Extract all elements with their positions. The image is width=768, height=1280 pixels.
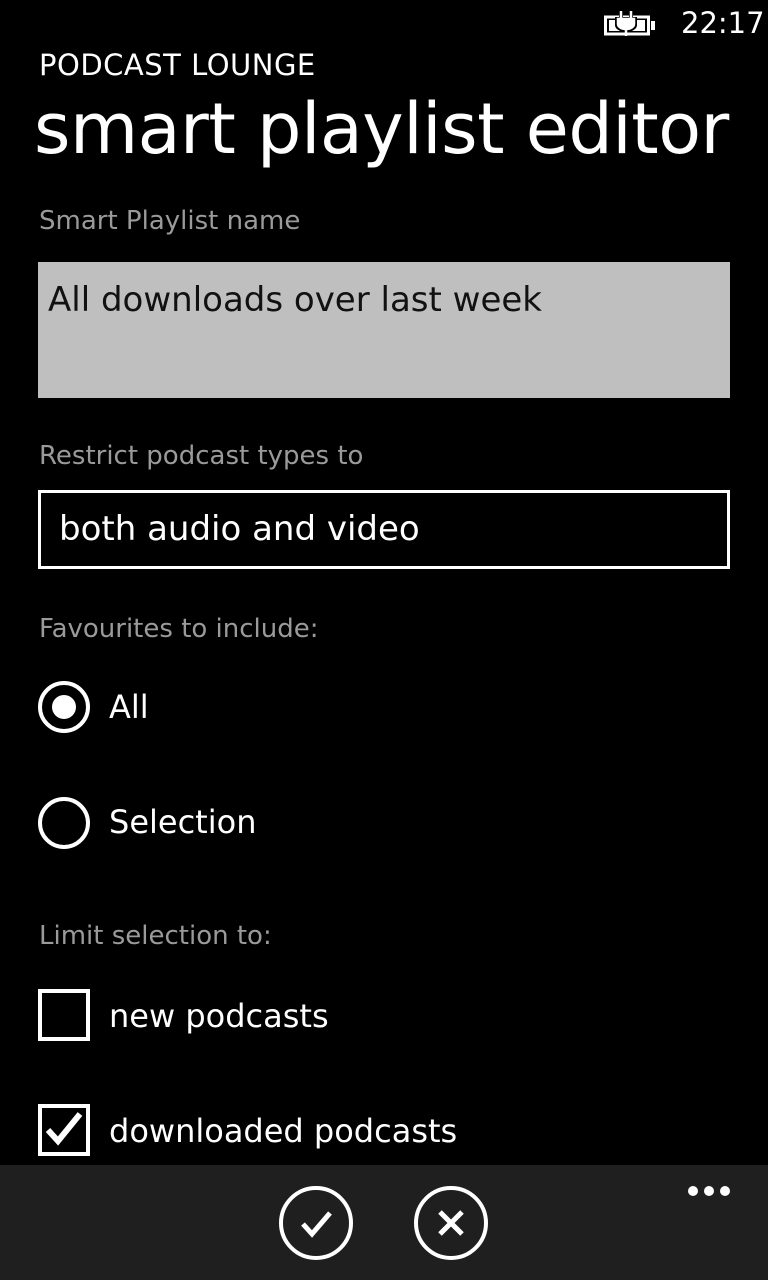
type-label: Restrict podcast types to [39,441,364,471]
limit-label: Limit selection to: [39,921,272,951]
checkbox-new-podcasts[interactable] [38,989,90,1041]
checkbox-downloaded-podcasts-label[interactable]: downloaded podcasts [109,1112,457,1150]
radio-selection-label[interactable]: Selection [109,803,256,841]
name-label: Smart Playlist name [39,206,301,236]
page-title: smart playlist editor [34,88,729,170]
playlist-name-input[interactable]: All downloads over last week [38,262,730,398]
check-icon[interactable] [278,1185,354,1261]
checkbox-downloaded-podcasts[interactable] [38,1104,90,1156]
checkmark-icon [45,1112,83,1146]
radio-selection[interactable] [38,797,90,849]
battery-charging-icon [604,11,655,36]
checkbox-new-podcasts-label[interactable]: new podcasts [109,997,329,1035]
radio-all[interactable] [38,681,90,733]
radio-all-label[interactable]: All [109,688,149,726]
radio-selected-dot [52,695,76,719]
clock: 22:17 [681,6,765,40]
app-bar [0,1165,768,1280]
podcast-type-picker[interactable]: both audio and video [38,490,730,569]
cancel-icon[interactable] [413,1185,489,1261]
app-name: PODCAST LOUNGE [39,48,316,82]
favourites-label: Favourites to include: [39,614,319,644]
status-bar: 22:17 [0,0,768,48]
ellipsis-icon[interactable] [688,1181,736,1200]
